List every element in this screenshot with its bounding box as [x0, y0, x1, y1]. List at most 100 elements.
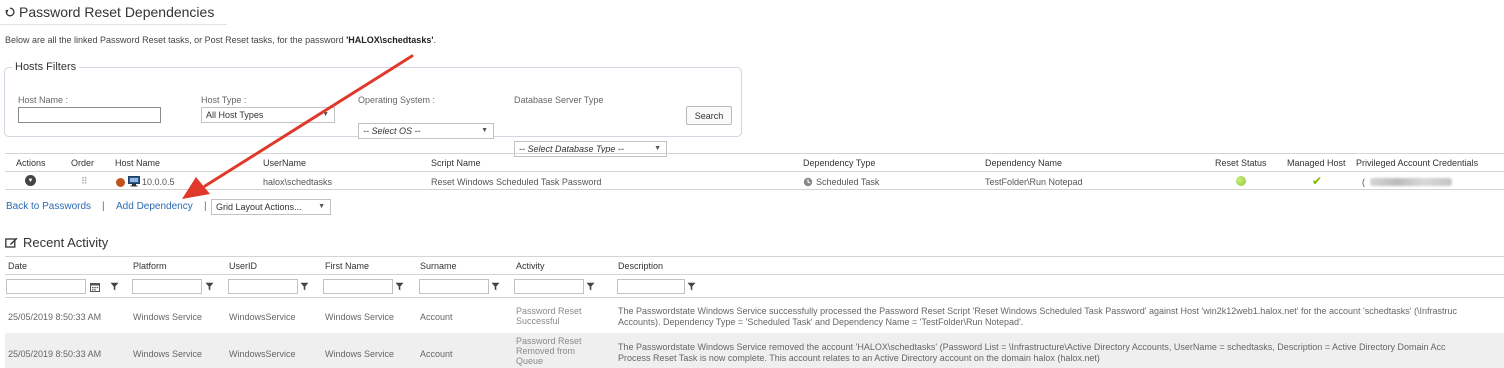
surname-cell: Account	[420, 349, 453, 359]
host-type-select[interactable]: All Host Types ▼	[201, 107, 335, 123]
drag-handle-icon[interactable]: ⠿	[81, 176, 88, 187]
refresh-icon	[5, 7, 15, 17]
credentials-cell: (	[1362, 177, 1365, 187]
date-filter-input[interactable]	[6, 279, 86, 294]
first-name-filter-input[interactable]	[323, 279, 393, 294]
actions-menu-icon[interactable]: ▼	[25, 175, 36, 186]
reset-status-icon	[1236, 176, 1246, 186]
username-cell: halox\schedtasks	[263, 177, 333, 187]
add-dependency-link[interactable]: Add Dependency	[116, 201, 193, 212]
chevron-down-icon: ▼	[318, 203, 325, 210]
link-separator: |	[102, 201, 105, 212]
column-header-actions[interactable]: Actions	[16, 158, 46, 168]
activity-line: Queue	[516, 356, 544, 366]
activity-line: Removed from	[516, 346, 576, 356]
os-select[interactable]: -- Select OS -- ▼	[358, 123, 494, 139]
description-line: The Passwordstate Windows Service remove…	[618, 342, 1446, 352]
platform-cell: Windows Service	[133, 349, 203, 359]
host-type-value: All Host Types	[206, 110, 264, 120]
activity-cell: Password Reset Successful	[516, 306, 582, 326]
redacted-credentials	[1370, 178, 1452, 186]
intro-password: 'HALOX\schedtasks'	[346, 35, 434, 45]
page-title: Password Reset Dependencies	[5, 4, 214, 20]
activity-line: Password Reset	[516, 306, 582, 316]
clock-icon	[803, 177, 813, 187]
intro-prefix: Below are all the linked Password Reset …	[5, 35, 347, 45]
column-header-userid[interactable]: UserID	[229, 261, 257, 271]
grid-layout-actions-dropdown[interactable]: Grid Layout Actions... ▼	[211, 199, 331, 215]
column-header-order[interactable]: Order	[71, 158, 94, 168]
filter-icon[interactable]	[685, 279, 698, 294]
chevron-down-icon: ▼	[481, 127, 488, 134]
filter-icon[interactable]	[489, 279, 502, 294]
recent-activity-title-text: Recent Activity	[23, 235, 109, 250]
calendar-icon[interactable]	[88, 279, 101, 294]
filter-icon[interactable]	[298, 279, 311, 294]
first-name-cell: Windows Service	[325, 312, 395, 322]
computer-icon	[128, 176, 140, 187]
chevron-down-icon: ▼	[654, 145, 661, 152]
platform-cell: Windows Service	[133, 312, 203, 322]
filter-icon[interactable]	[108, 279, 121, 294]
surname-filter-input[interactable]	[419, 279, 489, 294]
column-header-username[interactable]: UserName	[263, 158, 306, 168]
description-cell: The Passwordstate Windows Service succes…	[618, 306, 1457, 328]
platform-filter-input[interactable]	[132, 279, 202, 294]
host-name-cell[interactable]: 10.0.0.5	[142, 177, 175, 187]
column-header-dependency-type[interactable]: Dependency Type	[803, 158, 875, 168]
column-header-description[interactable]: Description	[618, 261, 663, 271]
grid-bottom-border	[5, 189, 1504, 190]
intro-text: Below are all the linked Password Reset …	[5, 35, 436, 45]
column-header-script-name[interactable]: Script Name	[431, 158, 481, 168]
os-label: Operating System :	[358, 95, 436, 105]
description-line: The Passwordstate Windows Service succes…	[618, 306, 1458, 316]
host-name-input[interactable]	[18, 107, 161, 123]
recent-header-border	[5, 274, 1504, 275]
dependency-name-cell: TestFolder\Run Notepad	[985, 177, 1083, 187]
edit-icon	[5, 237, 18, 248]
column-header-host-name[interactable]: Host Name	[115, 158, 160, 168]
activity-cell: Password Reset Removed from Queue	[516, 336, 582, 366]
userid-cell: WindowsService	[229, 349, 296, 359]
host-status-icon	[116, 178, 125, 187]
description-filter-input[interactable]	[617, 279, 685, 294]
userid-filter-input[interactable]	[228, 279, 298, 294]
description-cell: The Passwordstate Windows Service remove…	[618, 342, 1446, 364]
column-header-activity[interactable]: Activity	[516, 261, 545, 271]
description-line: Accounts). Dependency Type = 'Scheduled …	[618, 317, 1024, 327]
date-cell: 25/05/2019 8:50:33 AM	[8, 312, 102, 322]
description-line: Process Reset Task is now complete. This…	[618, 353, 1100, 363]
column-header-platform[interactable]: Platform	[133, 261, 167, 271]
first-name-cell: Windows Service	[325, 349, 395, 359]
column-header-surname[interactable]: Surname	[420, 261, 457, 271]
host-type-label: Host Type :	[201, 95, 247, 105]
column-header-first-name[interactable]: First Name	[325, 261, 369, 271]
chevron-down-icon: ▼	[322, 111, 329, 118]
column-header-date[interactable]: Date	[8, 261, 27, 271]
script-name-cell: Reset Windows Scheduled Task Password	[431, 177, 602, 187]
page-title-text: Password Reset Dependencies	[19, 4, 215, 20]
chevron-down-icon: ▼	[27, 177, 34, 184]
intro-suffix: .	[433, 35, 436, 45]
column-header-reset-status[interactable]: Reset Status	[1215, 158, 1267, 168]
filter-icon[interactable]	[203, 279, 216, 294]
userid-cell: WindowsService	[229, 312, 296, 322]
filter-icon[interactable]	[584, 279, 597, 294]
back-to-passwords-link[interactable]: Back to Passwords	[6, 201, 91, 212]
activity-line: Password Reset	[516, 336, 582, 346]
grid-layout-actions-label: Grid Layout Actions...	[216, 202, 302, 212]
column-header-managed-host[interactable]: Managed Host	[1287, 158, 1346, 168]
search-button[interactable]: Search	[686, 106, 732, 125]
grid-top-border	[5, 153, 1504, 154]
host-name-label: Host Name :	[18, 95, 69, 105]
date-cell: 25/05/2019 8:50:33 AM	[8, 349, 102, 359]
filter-icon[interactable]	[393, 279, 406, 294]
recent-grid-top-border	[5, 256, 1504, 257]
db-type-select[interactable]: -- Select Database Type -- ▼	[514, 141, 667, 157]
title-divider	[0, 24, 227, 25]
activity-line: Successful	[516, 316, 560, 326]
column-header-privileged-credentials[interactable]: Privileged Account Credentials	[1356, 158, 1478, 168]
surname-cell: Account	[420, 312, 453, 322]
activity-filter-input[interactable]	[514, 279, 584, 294]
column-header-dependency-name[interactable]: Dependency Name	[985, 158, 1062, 168]
